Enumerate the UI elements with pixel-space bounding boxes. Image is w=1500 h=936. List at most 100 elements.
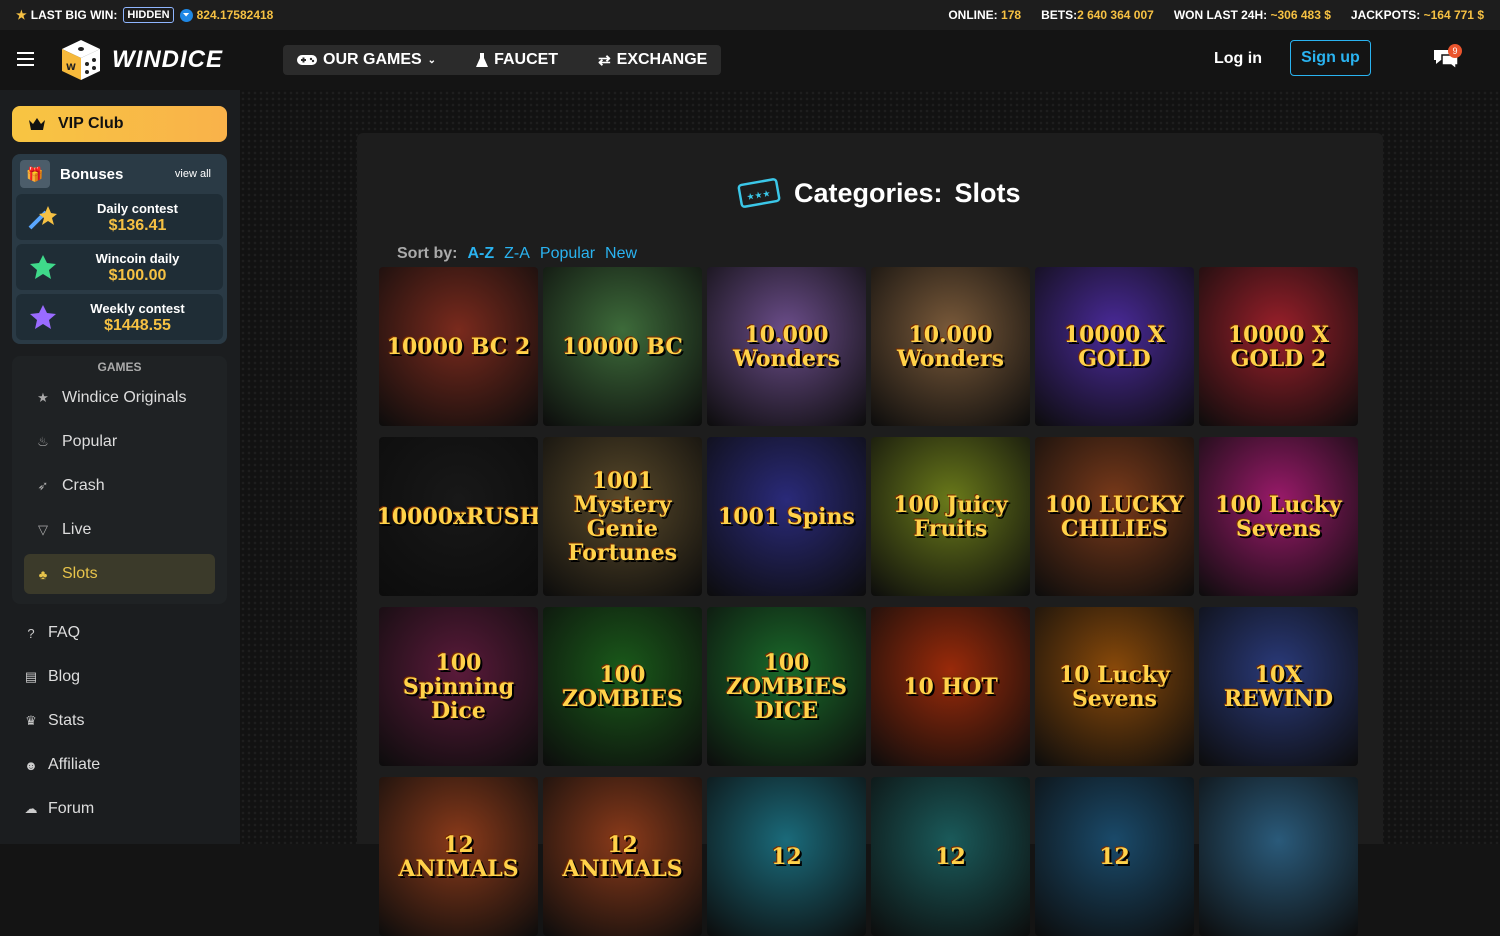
nav-faucet[interactable]: FAUCET — [476, 51, 558, 69]
game-title: 12 ANIMALS — [398, 831, 519, 882]
dice-logo-icon: W — [62, 40, 100, 80]
sidebar-link-label: Forum — [48, 800, 95, 817]
sidebar-item-popular[interactable]: ♨ Popular — [24, 422, 215, 462]
category-name: Slots — [954, 177, 1021, 208]
bonus-amount: $100.00 — [108, 267, 167, 284]
game-tile[interactable]: 1001 Spins — [707, 437, 866, 596]
signup-button[interactable]: Sign up — [1290, 40, 1371, 76]
game-title: 100 Spinning Dice — [402, 649, 515, 724]
game-title: 10000 BC — [562, 333, 683, 360]
sort-new[interactable]: New — [605, 245, 637, 263]
svg-text:W: W — [66, 63, 76, 73]
game-tile[interactable]: 1001 Mystery Genie Fortunes — [543, 437, 702, 596]
sidebar-item-crash[interactable]: ➶ Crash — [24, 466, 215, 506]
online-label: ONLINE: — [948, 8, 998, 22]
game-tile[interactable]: 10000 X GOLD 2 — [1199, 267, 1358, 426]
view-all-link[interactable]: view all — [175, 168, 211, 180]
gamepad-icon — [297, 55, 317, 65]
star-icon: ★ — [37, 390, 49, 405]
sidebar-item-live[interactable]: ▽ Live — [24, 510, 215, 550]
sidebar-link-forum[interactable]: ☁ Forum — [24, 800, 95, 818]
site-stats: ONLINE: 178 BETS:2 640 364 007 WON LAST … — [948, 8, 1484, 22]
sort-popular[interactable]: Popular — [540, 245, 595, 263]
menu-icon[interactable] — [17, 52, 34, 66]
sidebar-item-label: Slots — [62, 565, 98, 582]
game-tile[interactable]: 10.000 Wonders — [871, 267, 1030, 426]
last-win-value: 824.17582418 — [196, 8, 274, 22]
game-tile[interactable]: 100 ZOMBIES DICE — [707, 607, 866, 766]
sort-a-z[interactable]: A-Z — [467, 245, 494, 263]
sidebar: VIP Club 🎁 Bonuses view all Daily contes… — [0, 90, 240, 844]
svg-text:★★★: ★★★ — [746, 189, 772, 203]
chevron-down-icon: ⌄ — [427, 54, 437, 66]
game-tile[interactable]: 12 ANIMALS — [379, 777, 538, 936]
fire-icon: ♨ — [37, 434, 49, 449]
game-title: 100 ZOMBIES DICE — [725, 649, 848, 724]
logo-text: WINDICE — [112, 46, 223, 73]
game-tile[interactable]: 12 ANIMALS — [543, 777, 702, 936]
login-button[interactable]: Log in — [1214, 50, 1262, 68]
won-value: ~306 483 $ — [1270, 8, 1331, 22]
gift-icon: 🎁 — [20, 160, 50, 188]
comments-icon: ☁ — [24, 801, 38, 816]
game-tile[interactable]: 10 HOT — [871, 607, 1030, 766]
game-title: 1001 Spins — [718, 503, 855, 530]
exchange-icon: ⇄ — [598, 52, 611, 69]
main-nav: OUR GAMES ⌄ FAUCET ⇄ EXCHANGE — [283, 45, 722, 75]
bonus-weekly-contest[interactable]: Weekly contest $1448.55 — [16, 294, 223, 340]
game-tile[interactable]: 10000 BC 2 — [379, 267, 538, 426]
nav-our-games-label: OUR GAMES — [323, 51, 422, 68]
hidden-badge: HIDDEN — [123, 7, 174, 23]
game-tile[interactable]: 12 — [707, 777, 866, 936]
sidebar-item-windice-originals[interactable]: ★ Windice Originals — [24, 378, 215, 418]
logo[interactable]: W WINDICE — [60, 38, 223, 82]
sidebar-item-slots[interactable]: ♣ Slots — [24, 554, 215, 594]
game-tile[interactable]: 100 Lucky Sevens — [1199, 437, 1358, 596]
game-tile[interactable]: 10.000 Wonders — [707, 267, 866, 426]
bonus-wincoin-daily[interactable]: Wincoin daily $100.00 — [16, 244, 223, 290]
game-tile[interactable]: 10X REWIND — [1199, 607, 1358, 766]
sidebar-link-blog[interactable]: ▤ Blog — [24, 668, 80, 686]
game-title: 10.000 Wonders — [897, 321, 1004, 372]
game-title: 100 Lucky Sevens — [1215, 491, 1342, 542]
nav-our-games[interactable]: OUR GAMES ⌄ — [297, 51, 436, 69]
game-tile[interactable]: 100 Spinning Dice — [379, 607, 538, 766]
last-big-win: ★ LAST BIG WIN: HIDDEN 824.17582418 — [16, 7, 273, 23]
game-tile[interactable]: 12 — [871, 777, 1030, 936]
trophy-icon: ♛ — [25, 713, 37, 728]
game-tile[interactable]: 100 LUCKY CHILIES — [1035, 437, 1194, 596]
game-tile[interactable]: 100 Juicy Fruits — [871, 437, 1030, 596]
ticket-icon: ★★★ — [737, 178, 781, 208]
game-title: 10000 X GOLD — [1063, 321, 1166, 372]
game-tile[interactable]: 10000 X GOLD — [1035, 267, 1194, 426]
won-stat: WON LAST 24H: ~306 483 $ — [1174, 8, 1331, 22]
game-title: 12 — [771, 843, 802, 870]
nav-exchange[interactable]: ⇄ EXCHANGE — [598, 51, 707, 69]
sidebar-link-faq[interactable]: ? FAQ — [24, 624, 80, 642]
comet-icon — [28, 206, 57, 230]
game-title: 10000 BC 2 — [386, 333, 531, 360]
game-title: 10000 X GOLD 2 — [1227, 321, 1330, 372]
chat-button[interactable]: 9 — [1432, 44, 1462, 72]
slot-icon: ♣ — [38, 566, 48, 582]
game-title: 100 ZOMBIES — [561, 661, 684, 712]
bonus-name: Wincoin daily — [95, 251, 180, 266]
game-tile[interactable]: 10000xRUSH — [379, 437, 538, 596]
sidebar-link-affiliate[interactable]: ☻ Affiliate — [24, 756, 100, 774]
game-tile[interactable]: 10 Lucky Sevens — [1035, 607, 1194, 766]
game-tile[interactable]: 12 — [1035, 777, 1194, 936]
game-tile[interactable] — [1199, 777, 1358, 936]
bonus-name: Weekly contest — [90, 301, 185, 316]
online-stat: ONLINE: 178 — [948, 8, 1021, 22]
sort-z-a[interactable]: Z-A — [504, 245, 530, 263]
won-label: WON LAST 24H: — [1173, 8, 1268, 22]
game-tile[interactable]: 10000 BC — [543, 267, 702, 426]
bonuses-header: 🎁 Bonuses view all — [16, 158, 223, 190]
sidebar-item-label: Popular — [62, 433, 118, 450]
bonus-daily-contest[interactable]: Daily contest $136.41 — [16, 194, 223, 240]
bonus-amount: $1448.55 — [104, 317, 171, 334]
game-title: 12 ANIMALS — [562, 831, 683, 882]
game-tile[interactable]: 100 ZOMBIES — [543, 607, 702, 766]
vip-club-button[interactable]: VIP Club — [12, 106, 227, 142]
sidebar-link-stats[interactable]: ♛ Stats — [24, 712, 84, 730]
